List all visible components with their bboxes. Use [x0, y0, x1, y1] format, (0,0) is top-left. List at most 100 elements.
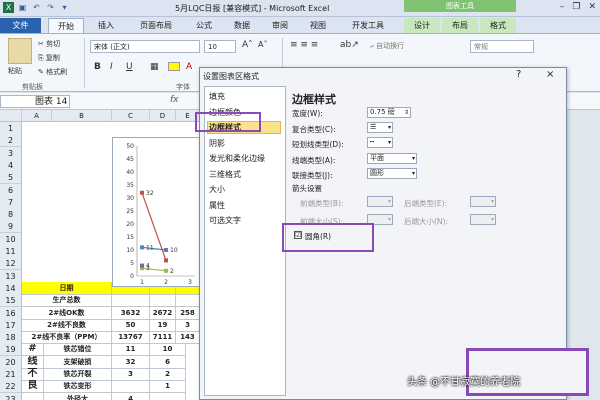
table-cell[interactable]: 生产总数 — [22, 294, 112, 308]
nav-item[interactable]: 大小 — [209, 184, 225, 195]
compound-type-select[interactable]: ☰ ▾ — [367, 122, 393, 133]
row-header[interactable]: 10 — [0, 232, 22, 246]
italic-button[interactable]: I — [110, 62, 113, 72]
close-window-icon[interactable]: ✕ — [588, 2, 596, 12]
table-cell[interactable]: 不 — [22, 368, 44, 381]
paste-icon[interactable] — [8, 38, 32, 64]
cap-type-select[interactable]: 平面 ▾ — [367, 153, 417, 164]
font-size-select[interactable]: 10 — [204, 40, 236, 53]
table-cell[interactable]: 2#线不良数 — [22, 318, 112, 332]
table-cell[interactable] — [150, 392, 186, 400]
table-cell[interactable]: 4 — [112, 392, 150, 400]
tab-format[interactable]: 格式 — [480, 18, 516, 33]
number-format-select[interactable]: 常规 — [470, 40, 534, 53]
format-painter-button[interactable]: ✎ 格式刷 — [38, 67, 67, 77]
row-header[interactable]: 9 — [0, 220, 22, 234]
nav-item[interactable]: 可选文字 — [209, 215, 241, 226]
table-cell[interactable]: 1 — [150, 380, 186, 394]
select-all-corner[interactable] — [0, 110, 22, 122]
table-cell[interactable]: 10 — [150, 343, 186, 357]
font-name-select[interactable]: 宋体 (正文) — [90, 40, 200, 53]
wrap-text-button[interactable]: ⤶ 自动换行 — [370, 41, 404, 51]
table-cell[interactable]: 外径大 — [44, 392, 112, 400]
shrink-font-icon[interactable]: A˅ — [258, 40, 267, 49]
end-size-select[interactable]: ▾ — [470, 214, 496, 225]
table-cell[interactable]: 良 — [22, 380, 44, 394]
table-cell[interactable]: 铁芯开裂 — [44, 368, 112, 381]
tab-insert[interactable]: 插入 — [92, 18, 120, 33]
row-header[interactable]: 14 — [0, 281, 22, 295]
tab-page-layout[interactable]: 页面布局 — [130, 18, 182, 33]
tab-formulas[interactable]: 公式 — [190, 18, 218, 33]
table-cell[interactable]: 铁芯错位 — [44, 343, 112, 357]
nav-item[interactable]: 阴影 — [209, 138, 225, 149]
orientation-icon[interactable]: ab↗ — [340, 40, 359, 50]
table-cell[interactable]: 铁芯变形 — [44, 380, 112, 394]
table-cell[interactable]: 258 — [176, 306, 200, 320]
column-header[interactable]: B — [52, 110, 112, 122]
nav-item[interactable]: 填充 — [209, 91, 225, 102]
row-header[interactable]: 7 — [0, 195, 22, 209]
row-header[interactable]: 19 — [0, 343, 22, 357]
tab-data[interactable]: 数据 — [228, 18, 256, 33]
dash-type-select[interactable]: ┅ ▾ — [367, 137, 393, 148]
table-cell[interactable]: 32 — [112, 355, 150, 369]
table-cell[interactable]: 2#线不良率（PPM） — [22, 331, 112, 345]
bold-button[interactable]: B — [94, 62, 101, 72]
table-cell[interactable]: 3 — [176, 318, 200, 332]
end-type-select[interactable]: ▾ — [470, 196, 496, 207]
row-header[interactable]: 16 — [0, 306, 22, 320]
row-header[interactable]: 3 — [0, 146, 22, 160]
embedded-chart[interactable]: 0 5 10 15 20 25 30 35 40 45 50 1 2 3 11 10 32 3 2 4 — [112, 137, 200, 287]
cut-button[interactable]: ✂ 剪切 — [38, 39, 60, 49]
fx-icon[interactable]: fx — [170, 95, 179, 105]
row-header[interactable]: 1 — [0, 122, 22, 135]
tab-file[interactable]: 文件 — [0, 18, 41, 33]
row-header[interactable]: 5 — [0, 171, 22, 185]
table-cell[interactable]: 50 — [112, 318, 150, 332]
table-cell[interactable]: 3 — [112, 368, 150, 381]
align-top-icon[interactable]: ≡ ≡ ≡ — [290, 40, 318, 50]
table-cell[interactable]: 11 — [112, 343, 150, 357]
table-cell[interactable]: 6 — [150, 355, 186, 369]
redo-icon[interactable]: ↷ — [45, 2, 56, 13]
tab-developer[interactable]: 开发工具 — [344, 18, 392, 33]
begin-type-select[interactable]: ▾ — [367, 196, 393, 207]
fill-color-icon[interactable] — [168, 62, 180, 71]
minimize-icon[interactable]: – — [560, 2, 565, 12]
table-cell[interactable]: 19 — [150, 318, 176, 332]
table-cell[interactable]: 2 — [150, 368, 186, 381]
row-header[interactable]: 22 — [0, 380, 22, 394]
row-header[interactable]: 8 — [0, 208, 22, 222]
table-cell[interactable] — [176, 294, 200, 308]
font-color-icon[interactable]: A — [186, 62, 192, 72]
table-cell[interactable] — [150, 294, 176, 308]
underline-button[interactable]: U — [126, 62, 133, 72]
table-cell[interactable]: # — [22, 343, 44, 357]
table-cell[interactable] — [22, 392, 44, 400]
join-type-select[interactable]: 圆形 ▾ — [367, 168, 417, 179]
row-header[interactable]: 18 — [0, 331, 22, 345]
table-cell[interactable]: 143 — [176, 331, 200, 345]
nav-item[interactable]: 发光和柔化边缘 — [209, 153, 265, 164]
table-cell[interactable] — [112, 294, 150, 308]
help-button[interactable]: ? — [516, 69, 521, 80]
paste-button[interactable]: 粘贴 — [8, 66, 22, 76]
row-header[interactable]: 23 — [0, 392, 22, 400]
row-header[interactable]: 15 — [0, 294, 22, 308]
column-header[interactable]: A — [22, 110, 52, 122]
column-header[interactable]: D — [150, 110, 176, 122]
tab-view[interactable]: 视图 — [304, 18, 332, 33]
row-header[interactable]: 21 — [0, 368, 22, 381]
table-cell[interactable]: 3632 — [112, 306, 150, 320]
qat-dropdown-icon[interactable]: ▾ — [59, 2, 70, 13]
tab-home[interactable]: 开始 — [48, 18, 84, 33]
row-header[interactable]: 12 — [0, 257, 22, 271]
table-cell[interactable]: 支架破损 — [44, 355, 112, 369]
width-spinner[interactable]: 0.75 磅 ⇕ — [367, 107, 411, 118]
name-box[interactable]: 图表 14 — [0, 95, 70, 108]
row-header[interactable]: 13 — [0, 269, 22, 283]
tab-review[interactable]: 审阅 — [266, 18, 294, 33]
row-header[interactable]: 4 — [0, 158, 22, 172]
table-cell[interactable]: 7111 — [150, 331, 176, 345]
